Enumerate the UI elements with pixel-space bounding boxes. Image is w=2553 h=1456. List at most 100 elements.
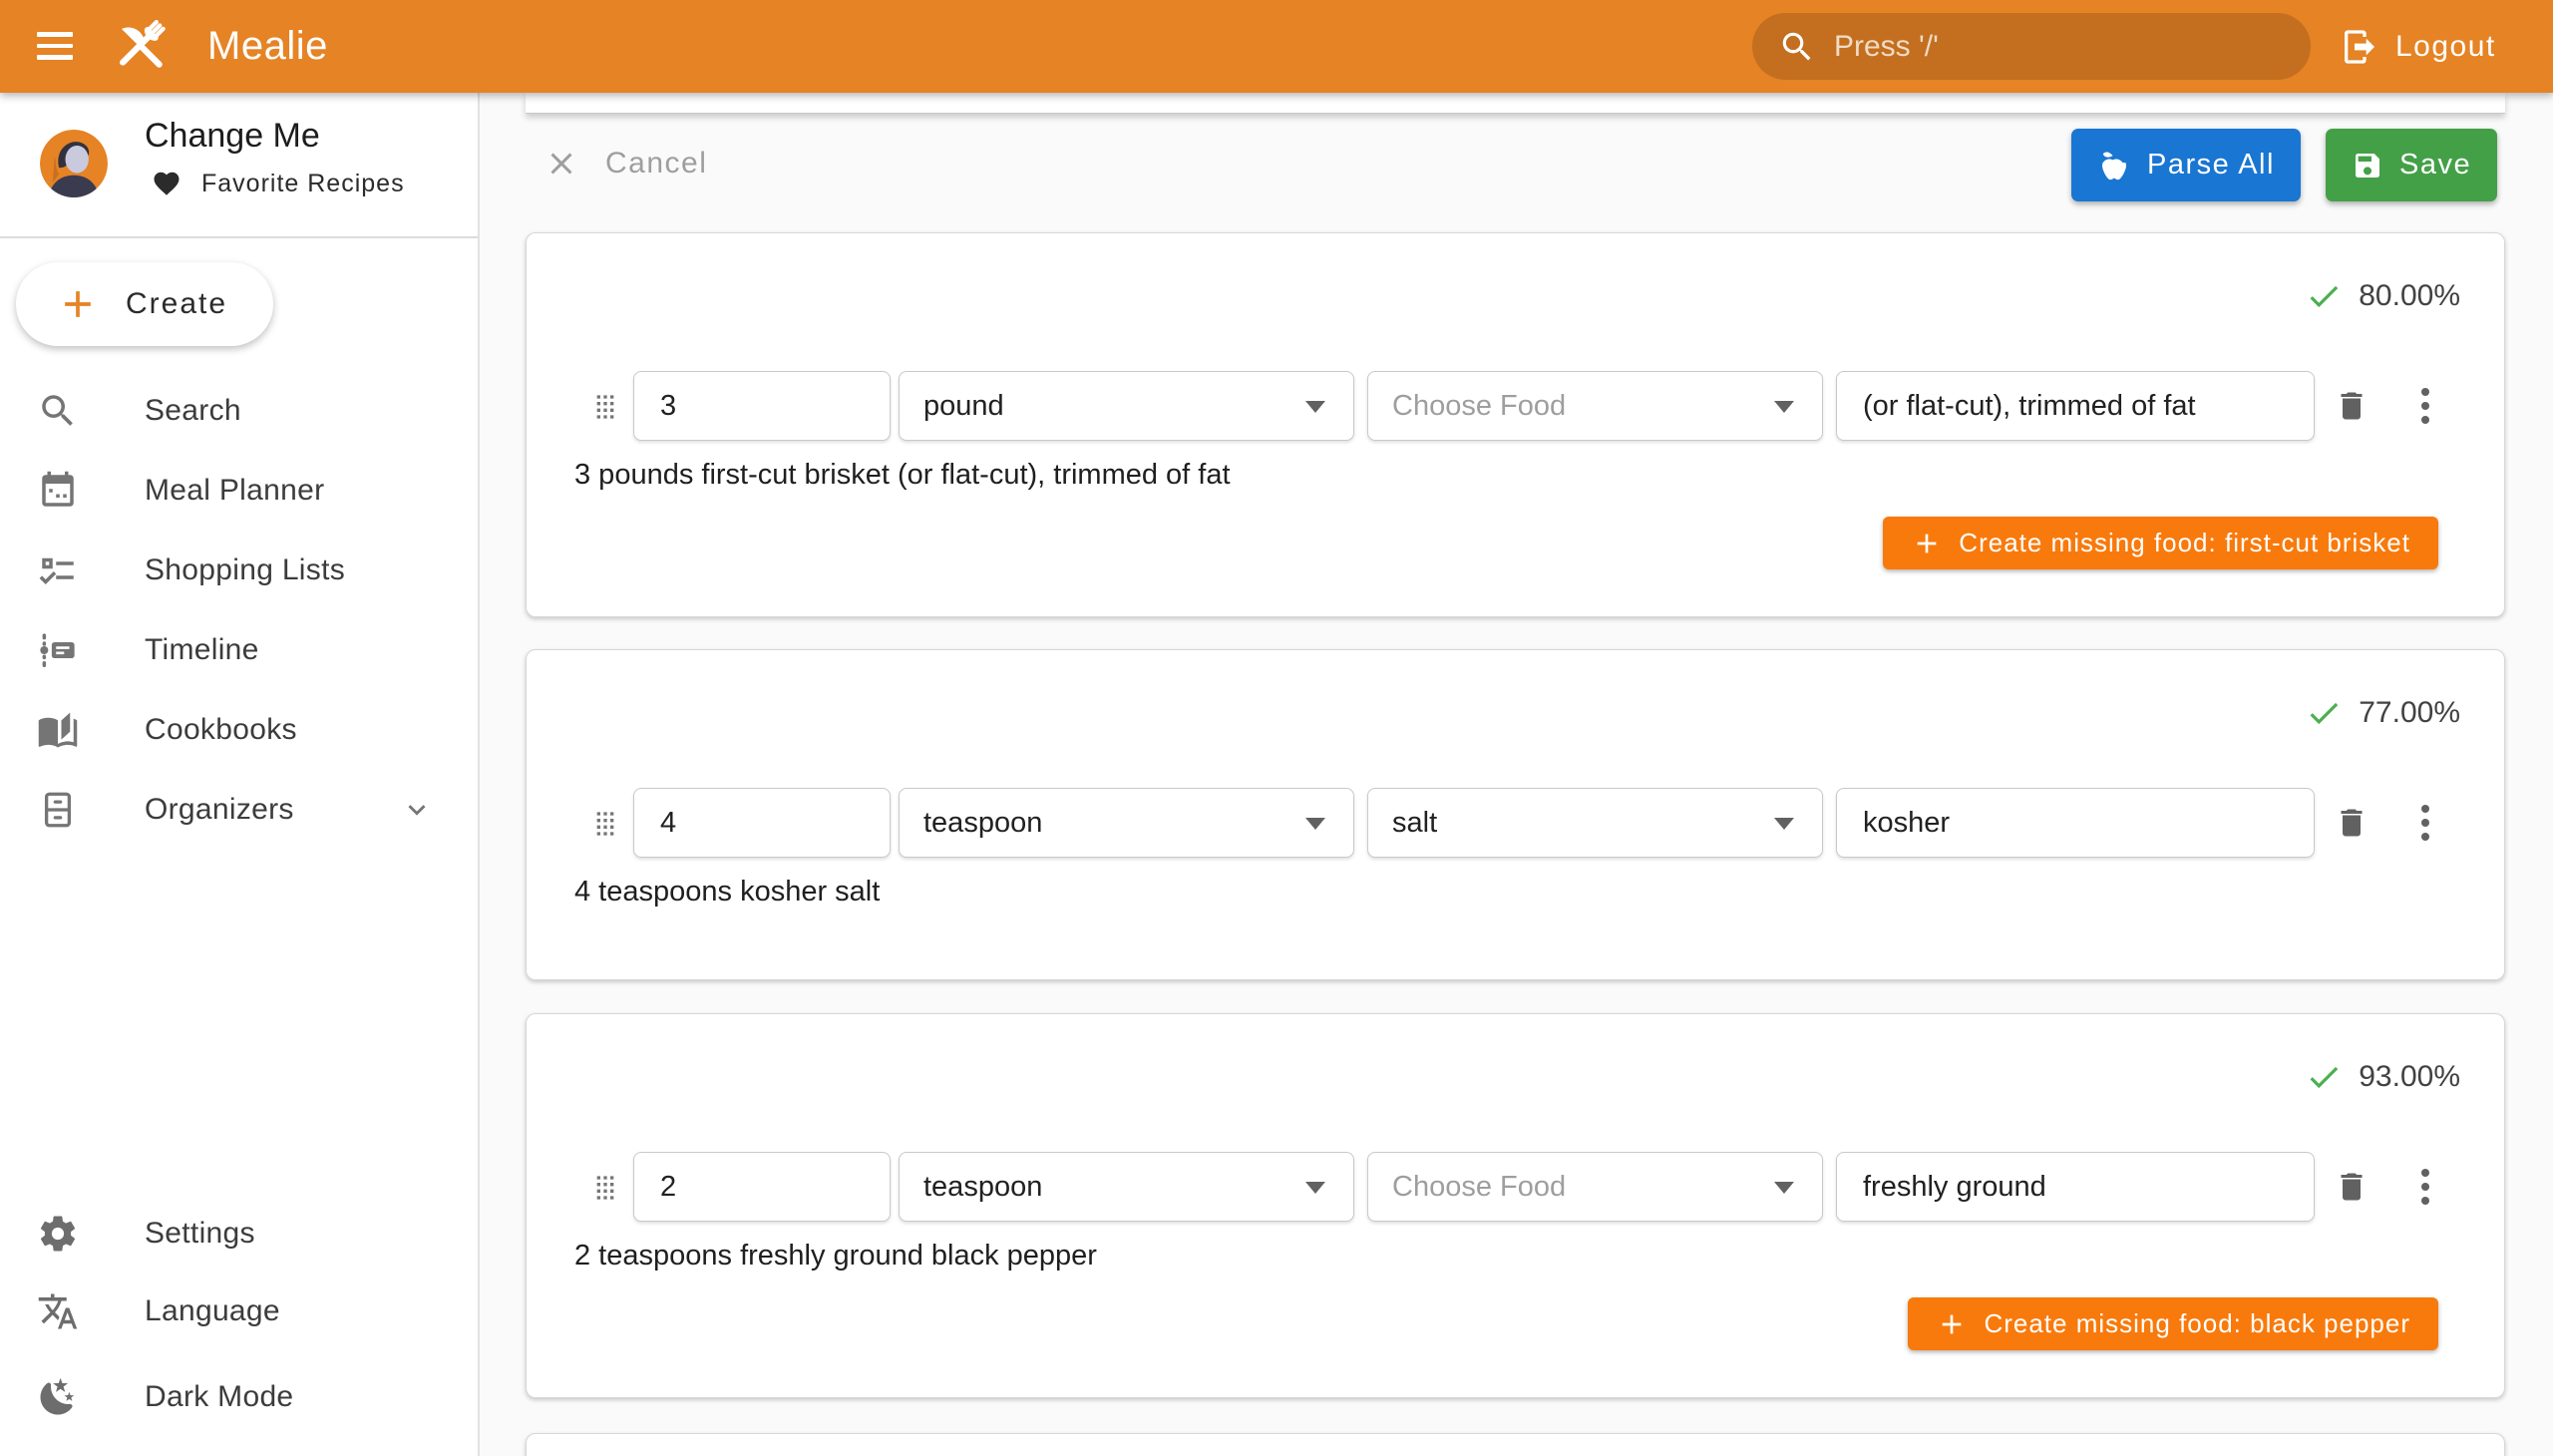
create-label: Create (126, 287, 227, 321)
sidebar-item-timeline[interactable]: Timeline (0, 610, 478, 690)
create-button[interactable]: Create (16, 262, 273, 346)
chevron-down-icon (400, 793, 434, 827)
note-field[interactable] (1836, 788, 2315, 858)
sidebar-item-search[interactable]: Search (0, 371, 478, 451)
note-input[interactable] (1861, 806, 2290, 841)
ingredient-card: 80.00% pound Choose Food (526, 232, 2505, 617)
quantity-field[interactable] (633, 371, 891, 441)
ingredient-fields-row: teaspoon salt (527, 788, 2504, 860)
more-options-button[interactable] (2401, 382, 2449, 430)
sidebar-item-settings[interactable]: Settings (0, 1194, 478, 1274)
drag-handle-icon[interactable] (585, 804, 625, 844)
moon-icon (37, 1376, 79, 1418)
previous-card-edge (526, 93, 2505, 114)
food-select[interactable]: Choose Food (1367, 371, 1823, 441)
plus-icon (1936, 1308, 1968, 1340)
ingredient-fields-row: pound Choose Food (527, 371, 2504, 443)
sidebar-item-label: Search (145, 394, 241, 428)
create-missing-food-button[interactable]: Create missing food: black pepper (1908, 1297, 2438, 1350)
note-input[interactable] (1861, 1170, 2290, 1205)
delete-button[interactable] (2328, 382, 2375, 430)
parse-all-label: Parse All (2147, 149, 2275, 182)
sidebar-item-label: Shopping Lists (145, 553, 345, 587)
favorite-recipes-link[interactable]: Favorite Recipes (152, 169, 405, 198)
gear-icon (37, 1213, 79, 1255)
note-input[interactable] (1861, 389, 2290, 424)
apple-icon (2097, 149, 2131, 182)
quantity-input[interactable] (658, 1170, 866, 1205)
sidebar-item-organizers[interactable]: Organizers (0, 770, 478, 850)
drag-handle-icon[interactable] (585, 387, 625, 427)
plus-icon (1911, 528, 1943, 559)
confidence-value: 80.00% (2359, 279, 2460, 313)
search-icon (1778, 28, 1816, 66)
unit-select[interactable]: teaspoon (899, 788, 1354, 858)
confidence-value: 93.00% (2359, 1060, 2460, 1094)
cancel-button[interactable]: Cancel (538, 133, 713, 194)
plus-icon (56, 282, 100, 326)
unit-value: pound (923, 390, 1004, 423)
drawer-icon (37, 789, 79, 831)
avatar[interactable] (40, 130, 108, 197)
ingredient-card: 77.00% teaspoon salt (526, 649, 2505, 980)
note-field[interactable] (1836, 371, 2315, 441)
kebab-icon (2421, 388, 2429, 424)
save-label: Save (2399, 149, 2471, 182)
quantity-field[interactable] (633, 788, 891, 858)
food-select[interactable]: Choose Food (1367, 1152, 1823, 1222)
mealie-app: Mealie Logout Change Me (0, 0, 2553, 1456)
quantity-input[interactable] (658, 389, 866, 424)
food-placeholder: Choose Food (1392, 390, 1566, 423)
sidebar-item-label: Meal Planner (145, 474, 324, 508)
dropdown-arrow-icon (1774, 818, 1794, 830)
logout-label: Logout (2395, 30, 2496, 64)
ingredient-card-partial (526, 1433, 2505, 1456)
create-missing-food-button[interactable]: Create missing food: first-cut brisket (1883, 517, 2438, 569)
sidebar-divider (0, 236, 478, 238)
check-icon (2305, 277, 2343, 315)
close-icon (544, 146, 579, 182)
search-input[interactable] (1832, 29, 2285, 65)
menu-icon[interactable] (33, 24, 77, 68)
calendar-icon (37, 470, 79, 512)
timeline-icon (37, 629, 79, 671)
sidebar-item-dark-mode[interactable]: Dark Mode (0, 1357, 478, 1437)
unit-select[interactable]: pound (899, 371, 1354, 441)
translate-icon (37, 1290, 79, 1332)
sidebar-item-cookbooks[interactable]: Cookbooks (0, 690, 478, 770)
save-button[interactable]: Save (2326, 129, 2497, 201)
search-bar[interactable] (1752, 13, 2311, 80)
open-book-icon (37, 709, 79, 751)
unit-select[interactable]: teaspoon (899, 1152, 1354, 1222)
logout-button[interactable]: Logout (2332, 18, 2504, 76)
confidence-value: 77.00% (2359, 696, 2460, 730)
delete-button[interactable] (2328, 1163, 2375, 1211)
save-icon (2352, 150, 2383, 182)
more-options-button[interactable] (2401, 799, 2449, 847)
sidebar-item-language[interactable]: Language (0, 1272, 478, 1351)
kebab-icon (2421, 1169, 2429, 1205)
food-placeholder: Choose Food (1392, 1171, 1566, 1204)
favorite-recipes-label: Favorite Recipes (201, 170, 405, 198)
sidebar-item-meal-planner[interactable]: Meal Planner (0, 451, 478, 531)
original-ingredient-text: 2 teaspoons freshly ground black pepper (574, 1240, 1097, 1273)
quantity-input[interactable] (658, 806, 866, 841)
sidebar-item-label: Language (145, 1294, 280, 1328)
original-ingredient-text: 3 pounds first-cut brisket (or flat-cut)… (574, 459, 1231, 492)
food-select[interactable]: salt (1367, 788, 1823, 858)
mealie-logo-icon (110, 13, 178, 81)
user-name: Change Me (145, 117, 320, 156)
parse-all-button[interactable]: Parse All (2071, 129, 2301, 201)
drag-handle-icon[interactable] (585, 1168, 625, 1208)
sidebar-item-shopping-lists[interactable]: Shopping Lists (0, 531, 478, 610)
create-missing-food-label: Create missing food: first-cut brisket (1959, 528, 2410, 558)
confidence-row: 93.00% (2305, 1056, 2460, 1098)
dropdown-arrow-icon (1774, 1182, 1794, 1194)
delete-button[interactable] (2328, 799, 2375, 847)
search-icon (37, 390, 79, 432)
sidebar-item-label: Timeline (145, 633, 259, 667)
quantity-field[interactable] (633, 1152, 891, 1222)
note-field[interactable] (1836, 1152, 2315, 1222)
create-missing-food-label: Create missing food: black pepper (1984, 1308, 2410, 1339)
more-options-button[interactable] (2401, 1163, 2449, 1211)
